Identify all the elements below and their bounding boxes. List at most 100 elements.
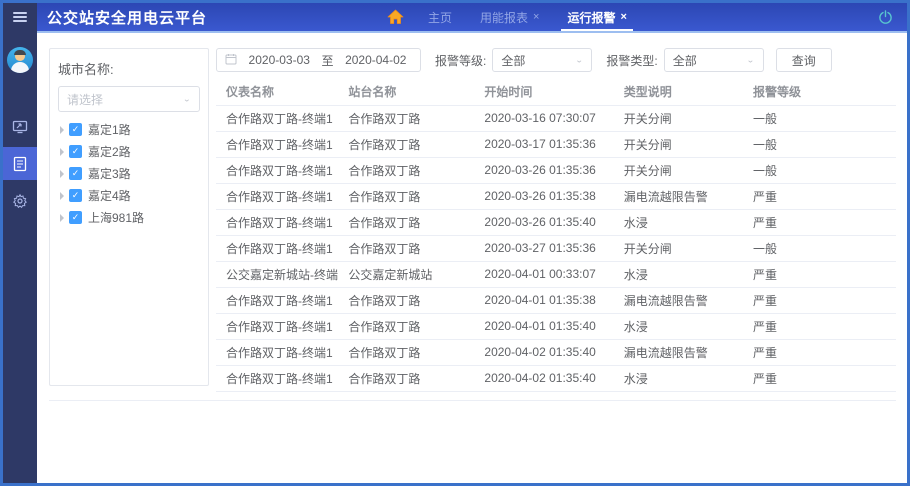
- table-row[interactable]: 合作路双丁路-终端1 合作路双丁路 2020-04-02 01:35:40 漏电…: [216, 339, 896, 366]
- cell-start-time: 2020-04-01 01:35:38: [474, 287, 614, 314]
- chevron-down-icon: ⌄: [182, 94, 191, 104]
- tab-label: 运行报警: [567, 10, 616, 25]
- tree-item[interactable]: ✓ 嘉定4路: [58, 188, 200, 203]
- left-rail: [3, 3, 37, 483]
- cell-station-name: 合作路双丁路: [338, 157, 475, 184]
- cell-type-desc: 开关分闸: [613, 131, 743, 158]
- table-row[interactable]: 合作路双丁路-终端1 合作路双丁路 2020-04-01 01:35:40 水浸…: [216, 313, 896, 340]
- table-row[interactable]: 合作路双丁路-终端1 合作路双丁路 2020-03-27 01:35:36 开关…: [216, 235, 896, 262]
- start-date-value[interactable]: 2020-03-03: [243, 53, 316, 67]
- city-name-label: 城市名称:: [58, 62, 114, 77]
- cell-alarm-level: 严重: [742, 261, 896, 288]
- alarm-type-value: 全部: [672, 53, 697, 68]
- col-start-time: 开始时间: [474, 79, 614, 106]
- alarm-type-select[interactable]: 全部 ⌄: [663, 48, 764, 72]
- table-row[interactable]: 合作路双丁路-终端1 合作路双丁路 2020-03-26 01:35:38 漏电…: [216, 183, 896, 210]
- avatar[interactable]: [7, 47, 33, 73]
- cell-station-name: 合作路双丁路: [338, 235, 475, 262]
- alarm-level-value: 全部: [501, 53, 526, 68]
- alarm-level-select[interactable]: 全部 ⌄: [492, 48, 593, 72]
- tree-item[interactable]: ✓ 嘉定2路: [58, 144, 200, 159]
- expand-arrow-icon[interactable]: [60, 213, 64, 222]
- cell-start-time: 2020-03-16 07:30:07: [474, 105, 614, 132]
- cell-alarm-level: 一般: [742, 105, 896, 132]
- cell-start-time: 2020-04-01 01:35:40: [474, 313, 614, 340]
- col-station-name: 站台名称: [338, 79, 475, 106]
- table-row[interactable]: 合作路双丁路-终端1 合作路双丁路 2020-03-17 01:35:36 开关…: [216, 131, 896, 158]
- table-row[interactable]: 公交嘉定新城站-终端1 公交嘉定新城站 2020-04-01 00:33:07 …: [216, 261, 896, 288]
- expand-arrow-icon[interactable]: [60, 125, 64, 134]
- cell-type-desc: 开关分闸: [613, 105, 743, 132]
- city-select[interactable]: 请选择 ⌄: [58, 86, 200, 112]
- tree-item-label: 嘉定3路: [88, 167, 131, 181]
- checkbox-checked[interactable]: ✓: [69, 189, 82, 202]
- table-row[interactable]: 合作路双丁路-终端1 合作路双丁路 2020-03-16 07:30:07 开关…: [216, 105, 896, 132]
- cell-alarm-level: 严重: [742, 183, 896, 210]
- cell-type-desc: 水浸: [613, 261, 743, 288]
- cell-station-name: 合作路双丁路: [338, 183, 475, 210]
- tree-item[interactable]: ✓ 上海981路: [58, 210, 200, 225]
- sidebar-item-monitor[interactable]: [3, 110, 37, 143]
- cell-meter-name: 合作路双丁路-终端1: [216, 157, 339, 184]
- checkbox-checked[interactable]: ✓: [69, 211, 82, 224]
- table-row[interactable]: 合作路双丁路-终端1 合作路双丁路 2020-04-02 01:35:40 水浸…: [216, 365, 896, 392]
- cell-type-desc: 漏电流越限告警: [613, 339, 743, 366]
- cell-alarm-level: 一般: [742, 157, 896, 184]
- table-row[interactable]: 合作路双丁路-终端1 合作路双丁路 2020-04-01 01:35:38 漏电…: [216, 287, 896, 314]
- cell-station-name: 合作路双丁路: [338, 339, 475, 366]
- sidebar-item-reports[interactable]: [3, 147, 37, 180]
- cell-meter-name: 合作路双丁路-终端1: [216, 235, 339, 262]
- tab-bar: 主页 用能报表 × 运行报警 ×: [387, 3, 637, 31]
- hamburger-icon: [13, 10, 27, 24]
- tab-run-alarm[interactable]: 运行报警 ×: [557, 3, 636, 31]
- end-date-value[interactable]: 2020-04-02: [340, 53, 413, 67]
- cell-station-name: 合作路双丁路: [338, 209, 475, 236]
- filter-bar: 2020-03-03 至 2020-04-02 报警等级: 全部 ⌄ 报警类型:…: [216, 48, 896, 72]
- app-window: 公交站安全用电云平台 主页 用能报表 × 运行报警 × 城市名称: 请选择 ⌄ …: [0, 0, 910, 486]
- cell-alarm-level: 严重: [742, 365, 896, 392]
- cell-type-desc: 水浸: [613, 365, 743, 392]
- checkbox-checked[interactable]: ✓: [69, 123, 82, 136]
- sidebar-item-settings[interactable]: [3, 184, 37, 217]
- cell-meter-name: 合作路双丁路-终端1: [216, 209, 339, 236]
- tree-item[interactable]: ✓ 嘉定1路: [58, 122, 200, 137]
- tree-item[interactable]: ✓ 嘉定3路: [58, 166, 200, 181]
- expand-arrow-icon[interactable]: [60, 169, 64, 178]
- cell-start-time: 2020-03-17 01:35:36: [474, 131, 614, 158]
- tree-item-label: 嘉定2路: [88, 145, 131, 159]
- alarm-level-label: 报警等级:: [435, 53, 487, 68]
- app-title: 公交站安全用电云平台: [47, 9, 208, 27]
- cell-meter-name: 合作路双丁路-终端1: [216, 313, 339, 340]
- cell-start-time: 2020-03-26 01:35:38: [474, 183, 614, 210]
- bus-line-tree: ✓ 嘉定1路 ✓ 嘉定2路 ✓ 嘉定3路 ✓ 嘉定4路 ✓ 上海981路: [58, 122, 200, 225]
- tree-item-label: 上海981路: [88, 211, 145, 225]
- tab-close-icon[interactable]: ×: [621, 11, 627, 23]
- date-range-picker[interactable]: 2020-03-03 至 2020-04-02: [216, 48, 421, 72]
- tab-close-icon[interactable]: ×: [533, 11, 539, 23]
- table-row[interactable]: 合作路双丁路-终端1 合作路双丁路 2020-03-26 01:35:40 水浸…: [216, 209, 896, 236]
- query-button[interactable]: 查询: [775, 48, 832, 72]
- expand-arrow-icon[interactable]: [60, 191, 64, 200]
- tab-label: 主页: [428, 10, 453, 25]
- content-bottom-divider: [49, 400, 896, 401]
- cell-station-name: 合作路双丁路: [338, 131, 475, 158]
- chevron-down-icon: ⌄: [746, 55, 755, 65]
- menu-toggle-button[interactable]: [3, 3, 37, 31]
- expand-arrow-icon[interactable]: [60, 147, 64, 156]
- tab-home[interactable]: 主页: [418, 3, 462, 31]
- cell-type-desc: 水浸: [613, 209, 743, 236]
- checkbox-checked[interactable]: ✓: [69, 145, 82, 158]
- cell-type-desc: 水浸: [613, 313, 743, 340]
- power-logout-icon[interactable]: [878, 9, 893, 25]
- home-icon[interactable]: [387, 9, 404, 25]
- cell-station-name: 合作路双丁路: [338, 313, 475, 340]
- cell-station-name: 公交嘉定新城站: [338, 261, 475, 288]
- cell-type-desc: 漏电流越限告警: [613, 287, 743, 314]
- tab-energy-report[interactable]: 用能报表 ×: [470, 3, 549, 31]
- checkbox-checked[interactable]: ✓: [69, 167, 82, 180]
- cell-start-time: 2020-04-01 00:33:07: [474, 261, 614, 288]
- table-row[interactable]: 合作路双丁路-终端1 合作路双丁路 2020-03-26 01:35:36 开关…: [216, 157, 896, 184]
- cell-meter-name: 合作路双丁路-终端1: [216, 131, 339, 158]
- cell-meter-name: 合作路双丁路-终端1: [216, 339, 339, 366]
- cell-alarm-level: 严重: [742, 313, 896, 340]
